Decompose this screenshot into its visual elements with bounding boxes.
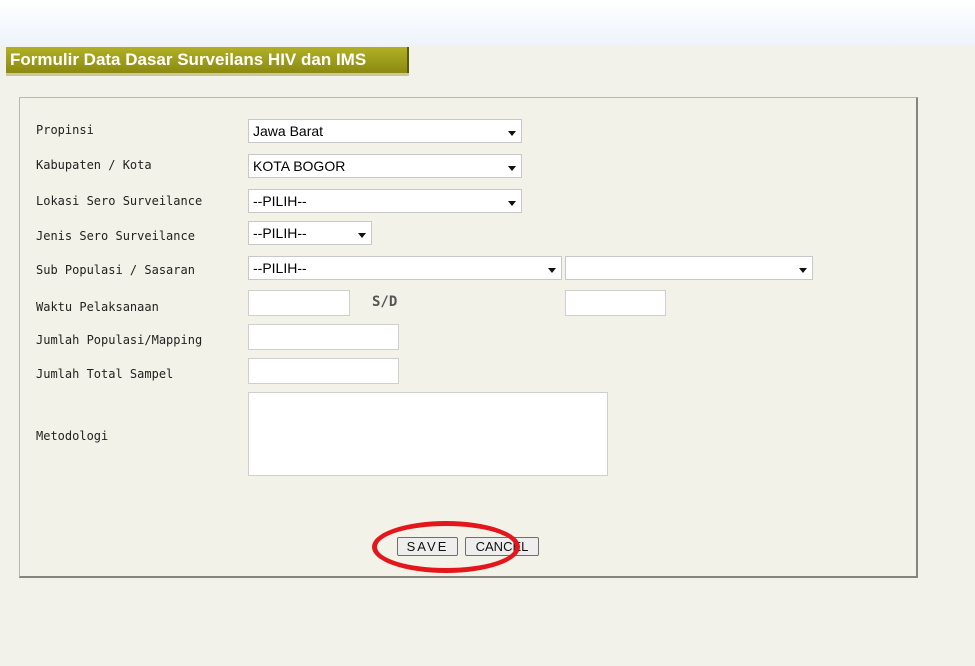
waktu-start-input[interactable] <box>248 290 350 316</box>
chevron-down-icon <box>508 166 516 171</box>
propinsi-label: Propinsi <box>36 123 94 137</box>
save-button[interactable]: SAVE <box>397 537 458 556</box>
lokasi-value: --PILIH-- <box>253 193 307 209</box>
jumlah-sampel-label: Jumlah Total Sampel <box>36 367 174 381</box>
jumlah-sampel-input[interactable] <box>248 358 399 384</box>
lokasi-label: Lokasi Sero Surveilance <box>36 194 203 208</box>
chevron-down-icon <box>548 268 556 273</box>
kabupaten-value: KOTA BOGOR <box>253 158 346 174</box>
chevron-down-icon <box>508 131 516 136</box>
jumlah-populasi-label: Jumlah Populasi/Mapping <box>36 333 203 347</box>
waktu-label: Waktu Pelaksanaan <box>36 300 159 314</box>
propinsi-value: Jawa Barat <box>253 123 324 139</box>
jenis-label: Jenis Sero Surveilance <box>36 229 195 243</box>
subpopulasi-detail-select[interactable] <box>565 256 813 280</box>
date-range-separator: S/D <box>372 294 398 310</box>
subpopulasi-label: Sub Populasi / Sasaran <box>36 263 195 277</box>
kabupaten-label: Kabupaten / Kota <box>36 158 152 172</box>
chevron-down-icon <box>358 233 366 238</box>
lokasi-select[interactable]: --PILIH-- <box>248 189 522 213</box>
metodologi-label: Metodologi <box>36 429 109 443</box>
metodologi-textarea[interactable] <box>248 392 608 476</box>
jenis-select[interactable]: --PILIH-- <box>248 221 372 245</box>
cancel-button[interactable]: CANCEL <box>465 537 539 556</box>
subpopulasi-value: --PILIH-- <box>253 260 307 276</box>
jenis-value: --PILIH-- <box>253 225 307 241</box>
propinsi-select[interactable]: Jawa Barat <box>248 119 522 143</box>
chevron-down-icon <box>799 268 807 273</box>
jumlah-populasi-input[interactable] <box>248 324 399 350</box>
chevron-down-icon <box>508 201 516 206</box>
waktu-end-input[interactable] <box>565 290 666 316</box>
page-title: Formulir Data Dasar Surveilans HIV dan I… <box>6 47 409 73</box>
kabupaten-select[interactable]: KOTA BOGOR <box>248 154 522 178</box>
subpopulasi-select[interactable]: --PILIH-- <box>248 256 562 280</box>
top-header-band <box>0 0 975 45</box>
title-underline <box>6 73 409 76</box>
